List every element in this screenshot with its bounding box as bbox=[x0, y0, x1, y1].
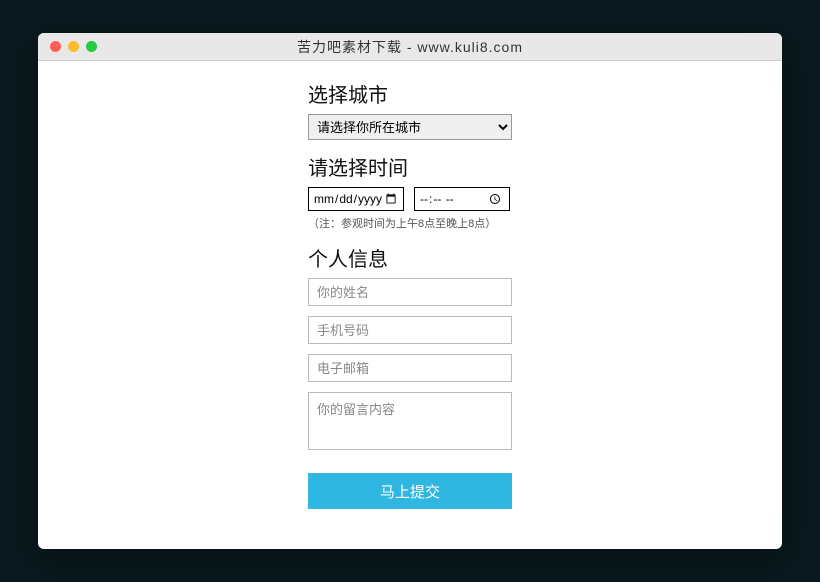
message-textarea[interactable] bbox=[308, 392, 512, 450]
datetime-note: （注：参观时间为上午8点至晚上8点） bbox=[308, 215, 512, 231]
time-input[interactable] bbox=[414, 187, 510, 211]
phone-input[interactable] bbox=[308, 316, 512, 344]
city-heading: 选择城市 bbox=[308, 79, 512, 108]
datetime-row bbox=[308, 187, 512, 211]
personal-heading: 个人信息 bbox=[308, 243, 512, 272]
form-container: 选择城市 请选择你所在城市 请选择时间 （注：参观时间为上午8点至晚上8点） 个… bbox=[308, 79, 512, 509]
content-area: 选择城市 请选择你所在城市 请选择时间 （注：参观时间为上午8点至晚上8点） 个… bbox=[38, 61, 782, 549]
browser-window: 苦力吧素材下载 - www.kuli8.com 选择城市 请选择你所在城市 请选… bbox=[38, 33, 782, 549]
date-input[interactable] bbox=[308, 187, 404, 211]
city-select[interactable]: 请选择你所在城市 bbox=[308, 114, 512, 140]
close-button[interactable] bbox=[50, 41, 61, 52]
email-input[interactable] bbox=[308, 354, 512, 382]
datetime-heading: 请选择时间 bbox=[308, 152, 512, 181]
minimize-button[interactable] bbox=[68, 41, 79, 52]
titlebar: 苦力吧素材下载 - www.kuli8.com bbox=[38, 33, 782, 61]
submit-button[interactable]: 马上提交 bbox=[308, 473, 512, 509]
traffic-lights bbox=[38, 41, 97, 52]
name-input[interactable] bbox=[308, 278, 512, 306]
maximize-button[interactable] bbox=[86, 41, 97, 52]
window-title: 苦力吧素材下载 - www.kuli8.com bbox=[38, 37, 782, 57]
